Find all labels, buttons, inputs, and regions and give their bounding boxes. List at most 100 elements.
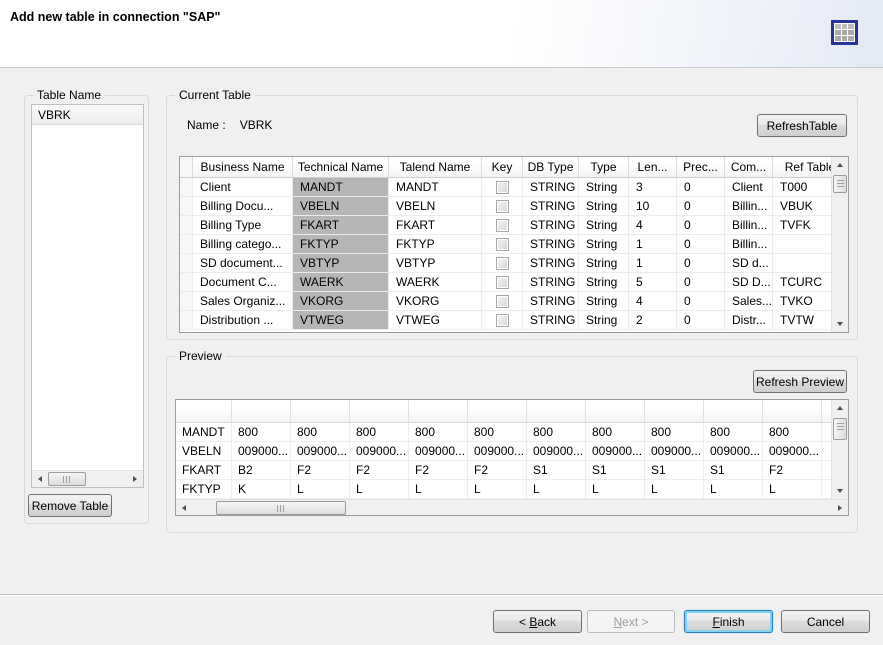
dialog-title: Add new table in connection "SAP" [10, 10, 220, 24]
preview-value-cell: 800 [763, 423, 822, 441]
column-header-type[interactable]: Type [579, 157, 629, 177]
refresh-preview-button[interactable]: Refresh Preview [753, 370, 847, 393]
preview-column-header [291, 400, 350, 422]
key-checkbox[interactable] [496, 276, 509, 289]
cell-length: 1 [629, 254, 677, 272]
cell-business-name: Billing Docu... [193, 197, 293, 215]
scrollbar-thumb[interactable] [216, 501, 346, 515]
table-list-horizontal-scrollbar[interactable] [32, 470, 143, 487]
table-row[interactable]: SD document...VBTYPVBTYPSTRINGString10SD… [180, 254, 848, 273]
table-name-list[interactable]: VBRK [31, 104, 144, 488]
cell-length: 4 [629, 292, 677, 310]
preview-row[interactable]: FKARTB2F2F2F2F2S1S1S1S1F2 [176, 461, 848, 480]
button-bar-separator [0, 594, 883, 596]
cell-db-type: STRING [523, 254, 579, 272]
preview-value-cell: F2 [468, 461, 527, 479]
next-button[interactable]: Next > [587, 610, 675, 633]
scroll-up-icon[interactable] [832, 157, 848, 173]
cell-type: String [579, 254, 629, 272]
key-checkbox[interactable] [496, 219, 509, 232]
table-row[interactable]: Sales Organiz...VKORGVKORGSTRINGString40… [180, 292, 848, 311]
cell-key [482, 178, 523, 196]
table-row[interactable]: Document C...WAERKWAERKSTRINGString50SD … [180, 273, 848, 292]
cell-db-type: STRING [523, 197, 579, 215]
cell-talend-name: VKORG [389, 292, 482, 310]
current-table-vertical-scrollbar[interactable] [831, 157, 848, 332]
key-checkbox[interactable] [496, 314, 509, 327]
cell-technical-name: VKORG [293, 292, 389, 310]
cell-type: String [579, 216, 629, 234]
preview-row[interactable]: MANDT800800800800800800800800800800 [176, 423, 848, 442]
key-checkbox[interactable] [496, 200, 509, 213]
column-header-key[interactable]: Key [482, 157, 523, 177]
cell-db-type: STRING [523, 292, 579, 310]
back-button[interactable]: < Back [493, 610, 582, 633]
cell-comment: Billin... [725, 235, 773, 253]
table-row[interactable]: Billing Docu...VBELNVBELNSTRINGString100… [180, 197, 848, 216]
column-header-talend-name[interactable]: Talend Name [389, 157, 482, 177]
column-header-precision[interactable]: Prec... [677, 157, 725, 177]
preview-value-cell: F2 [350, 461, 409, 479]
cell-business-name: Billing catego... [193, 235, 293, 253]
cell-length: 10 [629, 197, 677, 215]
table-row[interactable]: ClientMANDTMANDTSTRINGString30ClientT000 [180, 178, 848, 197]
preview-column-header [586, 400, 645, 422]
scroll-down-icon[interactable] [832, 316, 848, 332]
key-checkbox[interactable] [496, 181, 509, 194]
scrollbar-thumb[interactable] [48, 472, 86, 486]
current-table-header-row: Business NameTechnical NameTalend NameKe… [180, 157, 848, 178]
scroll-right-icon[interactable] [127, 471, 143, 487]
preview-horizontal-scrollbar[interactable] [176, 499, 848, 515]
remove-table-button[interactable]: Remove Table [28, 494, 112, 517]
table-row[interactable]: Billing TypeFKARTFKARTSTRINGString40Bill… [180, 216, 848, 235]
scroll-up-icon[interactable] [832, 400, 848, 416]
key-checkbox[interactable] [496, 238, 509, 251]
preview-row[interactable]: VBELN009000...009000...009000...009000..… [176, 442, 848, 461]
cell-type: String [579, 273, 629, 291]
cell-key [482, 197, 523, 215]
column-header-business-name[interactable]: Business Name [193, 157, 293, 177]
column-header-length[interactable]: Len... [629, 157, 677, 177]
cell-technical-name: VBELN [293, 197, 389, 215]
cell-length: 2 [629, 311, 677, 329]
cell-row-hdr [180, 197, 193, 215]
table-grid-icon [831, 20, 858, 45]
scroll-left-icon[interactable] [32, 471, 48, 487]
column-header-row-hdr[interactable] [180, 157, 193, 177]
column-header-db-type[interactable]: DB Type [523, 157, 579, 177]
preview-column-header [232, 400, 291, 422]
finish-button[interactable]: Finish [684, 610, 773, 633]
preview-value-cell: 800 [468, 423, 527, 441]
scroll-left-icon[interactable] [176, 500, 192, 516]
cell-business-name: SD document... [193, 254, 293, 272]
table-name-list-item[interactable]: VBRK [32, 105, 143, 125]
preview-column-header [409, 400, 468, 422]
cancel-button[interactable]: Cancel [781, 610, 870, 633]
preview-value-cell: L [763, 480, 822, 498]
cell-talend-name: VBELN [389, 197, 482, 215]
table-row[interactable]: Distribution ...VTWEGVTWEGSTRINGString20… [180, 311, 848, 330]
scrollbar-thumb[interactable] [833, 418, 847, 440]
table-row[interactable]: Billing catego...FKTYPFKTYPSTRINGString1… [180, 235, 848, 254]
key-checkbox[interactable] [496, 257, 509, 270]
cell-precision: 0 [677, 273, 725, 291]
preview-value-cell: F2 [291, 461, 350, 479]
key-checkbox[interactable] [496, 295, 509, 308]
preview-value-cell: 009000... [291, 442, 350, 460]
preview-row[interactable]: FKTYPKLLLLLLLLL [176, 480, 848, 499]
column-header-technical-name[interactable]: Technical Name [293, 157, 389, 177]
wizard-header: Add new table in connection "SAP" [0, 0, 883, 68]
column-header-comment[interactable]: Com... [725, 157, 773, 177]
preview-value-cell: 009000... [468, 442, 527, 460]
preview-value-cell: 009000... [232, 442, 291, 460]
preview-value-cell: L [350, 480, 409, 498]
scrollbar-thumb[interactable] [833, 175, 847, 193]
scroll-right-icon[interactable] [832, 500, 848, 516]
preview-field-name: FKART [176, 461, 232, 479]
current-table: Business NameTechnical NameTalend NameKe… [179, 156, 849, 333]
current-table-group: Current Table Name :VBRK RefreshTable Bu… [166, 95, 858, 340]
preview-vertical-scrollbar[interactable] [831, 400, 848, 499]
refresh-table-button[interactable]: RefreshTable [757, 114, 847, 137]
scroll-down-icon[interactable] [832, 483, 848, 499]
cell-precision: 0 [677, 197, 725, 215]
